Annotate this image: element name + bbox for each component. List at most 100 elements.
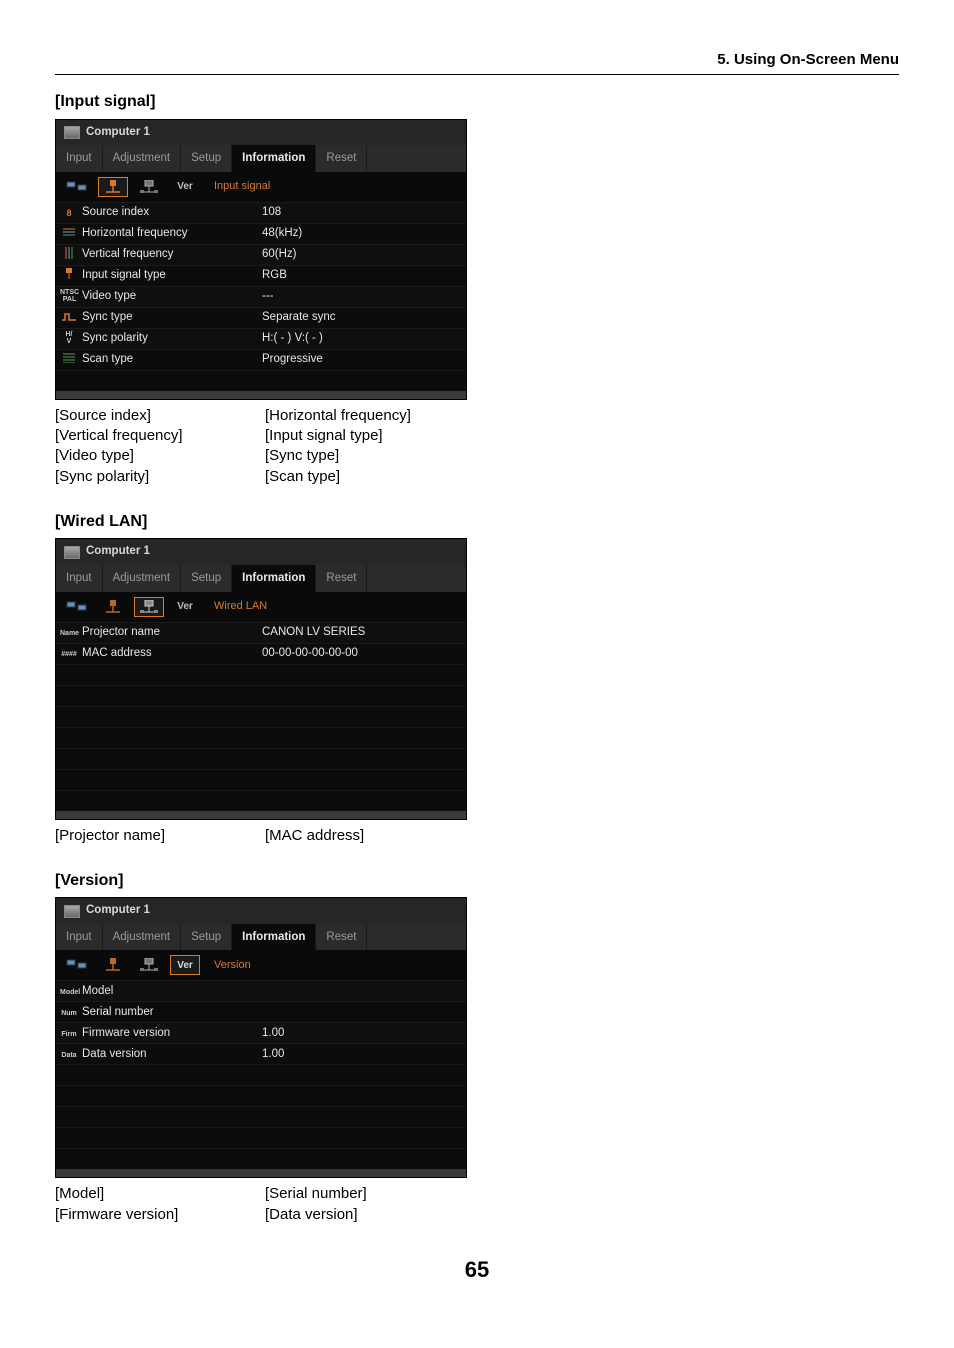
sync-icon [60,312,78,324]
lan-icon[interactable] [134,597,164,617]
ver-icon[interactable]: Ver [170,177,200,197]
row-value: Progressive [262,352,323,368]
empty-row [56,748,466,769]
devices-icon[interactable] [62,177,92,197]
tab-setup[interactable]: Setup [181,565,232,592]
subtab-label: Wired LAN [214,599,267,614]
projector-icon [64,126,80,139]
subtab-label: Input signal [214,179,270,194]
caption-line: [Horizontal frequency] [265,406,475,426]
8: 8 [60,207,78,219]
scan-icon [60,353,78,366]
empty-row [56,664,466,685]
row-label: Sync polarity [82,331,262,347]
projector-icon [64,546,80,559]
signal-icon[interactable] [98,955,128,975]
lan-icon[interactable] [134,955,164,975]
ver-icon[interactable]: Ver [170,955,200,975]
rows: ModelModelNumSerial numberFirmFirmware v… [56,980,466,1169]
caption-line: [Sync type] [265,446,475,466]
row-value: 48(kHz) [262,226,302,242]
empty-row [56,685,466,706]
row-value: CANON LV SERIES [262,625,365,641]
tab-bar: InputAdjustmentSetupInformationReset [56,565,466,592]
row-value: 00-00-00-00-00-00 [262,646,358,662]
info-row: FirmFirmware version1.00 [56,1022,466,1043]
tab-input[interactable]: Input [56,565,103,592]
devices-icon[interactable] [62,597,92,617]
data-icon: Data [60,1048,78,1060]
tab-input[interactable]: Input [56,145,103,172]
tab-reset[interactable]: Reset [316,145,367,172]
model-icon: Model [60,985,78,997]
lan-icon[interactable] [134,177,164,197]
caption-line: [Source index] [55,406,265,426]
info-row: ####MAC address00-00-00-00-00-00 [56,643,466,664]
info-row: Name Projector nameCANON LV SERIES [56,622,466,643]
rows: 8Source index108Horizontal frequency48(k… [56,202,466,391]
tab-setup[interactable]: Setup [181,145,232,172]
name-icon: Name [60,626,78,638]
row-value: --- [262,289,274,305]
caption-line: [Firmware version] [55,1205,265,1225]
tab-reset[interactable]: Reset [316,924,367,951]
caption-line: [Data version] [265,1205,475,1225]
caption-column: [Source index][Vertical frequency][Video… [55,406,265,487]
signal-icon[interactable] [98,177,128,197]
caption-column: [MAC address] [265,826,475,846]
row-label: Model [82,984,262,1000]
tab-adjustment[interactable]: Adjustment [103,145,182,172]
tab-information[interactable]: Information [232,145,316,172]
empty-row [56,1064,466,1085]
section-title: [Wired LAN] [55,511,899,533]
empty-row [56,1148,466,1169]
menu-title: Computer 1 [56,120,466,146]
empty-row [56,706,466,727]
projector-icon [64,905,80,918]
empty-row [56,1085,466,1106]
row-label: Data version [82,1047,262,1063]
page-number: 65 [55,1255,899,1285]
caption-columns: [Source index][Vertical frequency][Video… [55,406,899,487]
menu-title: Computer 1 [56,539,466,565]
tab-adjustment[interactable]: Adjustment [103,924,182,951]
tab-setup[interactable]: Setup [181,924,232,951]
tab-reset[interactable]: Reset [316,565,367,592]
tab-adjustment[interactable]: Adjustment [103,565,182,592]
tab-information[interactable]: Information [232,565,316,592]
caption-line: [Video type] [55,446,265,466]
tab-information[interactable]: Information [232,924,316,951]
signal-icon[interactable] [98,597,128,617]
subtab-row: Ver Input signal [56,172,466,202]
info-row: H/ VSync polarityH:( - ) V:( - ) [56,328,466,349]
section-title: [Version] [55,870,899,892]
row-label: Source index [82,205,262,221]
info-row: Vertical frequency60(Hz) [56,244,466,265]
tab-input[interactable]: Input [56,924,103,951]
info-row: Sync typeSeparate sync [56,307,466,328]
caption-line: [Serial number] [265,1184,475,1204]
v-icon [60,247,78,262]
osd-menu: Computer 1InputAdjustmentSetupInformatio… [55,897,467,1178]
header-rule [55,74,899,75]
row-value: 1.00 [262,1047,284,1063]
tab-bar: InputAdjustmentSetupInformationReset [56,924,466,951]
ver-icon[interactable]: Ver [170,597,200,617]
caption-column: [Projector name] [55,826,265,846]
info-row: Input signal typeRGB [56,265,466,286]
row-label: Scan type [82,352,262,368]
caption-line: [MAC address] [265,826,475,846]
row-label: Serial number [82,1005,262,1021]
rows: Name Projector nameCANON LV SERIES ####MAC… [56,622,466,811]
row-label: Projector name [82,625,262,641]
empty-row [56,769,466,790]
subtab-row: Ver Wired LAN [56,592,466,622]
row-label: Horizontal frequency [82,226,262,242]
menu-footer [56,1169,466,1177]
caption-column: [Horizontal frequency][Input signal type… [265,406,475,487]
empty-row [56,1106,466,1127]
caption-line: [Model] [55,1184,265,1204]
devices-icon[interactable] [62,955,92,975]
header-right: 5. Using On-Screen Menu [55,50,899,70]
info-row: 8Source index108 [56,202,466,223]
